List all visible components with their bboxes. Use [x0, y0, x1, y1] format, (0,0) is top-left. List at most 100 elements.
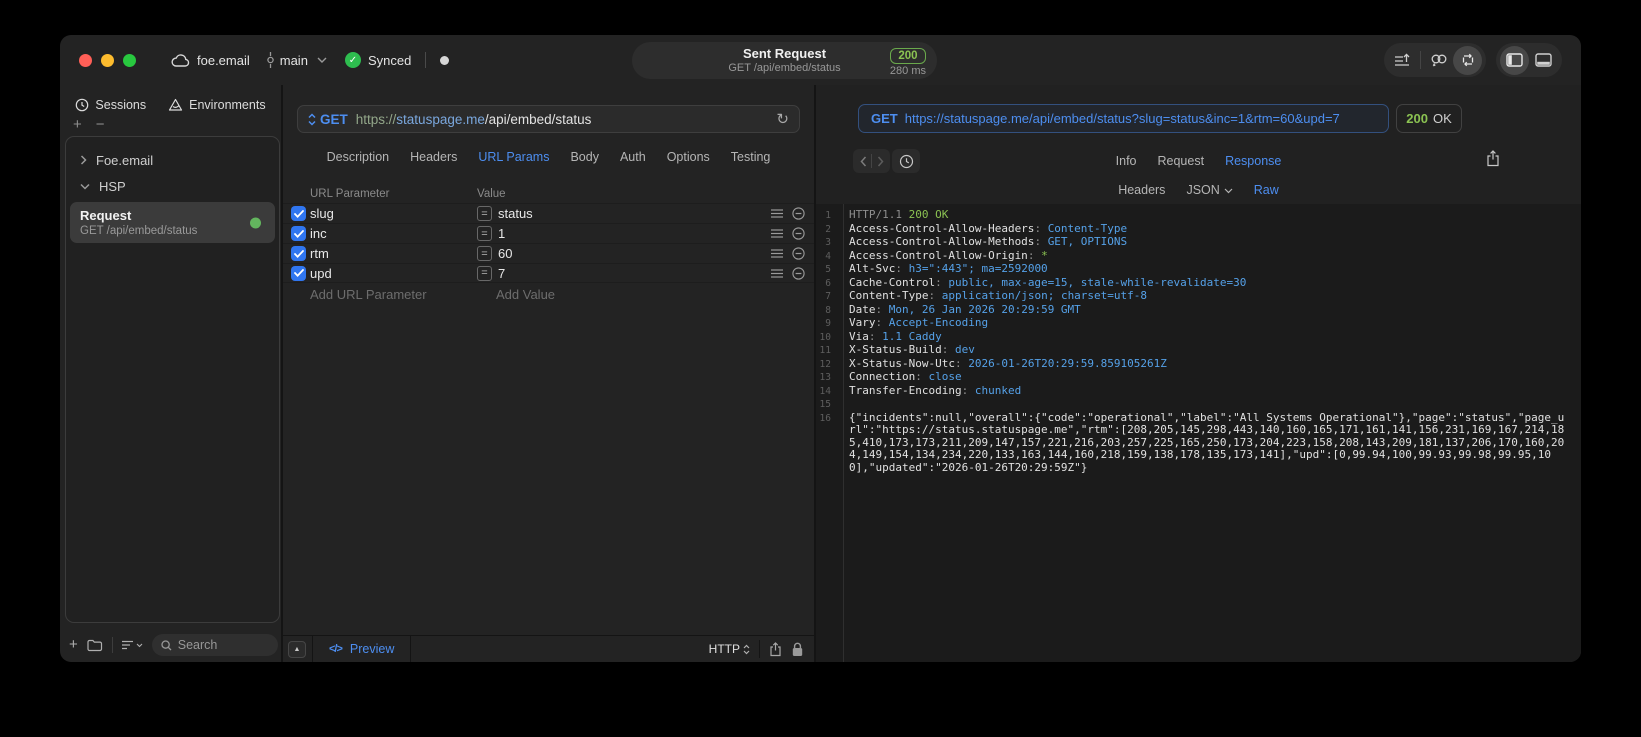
response-body[interactable]: 1 HTTP/1.1 200 OK 2 Access-Control-Allow-He… — [816, 204, 1581, 662]
tab-headers[interactable]: Headers — [410, 150, 457, 164]
remove-row-icon[interactable] — [792, 227, 805, 240]
line-content: Via: 1.1 Caddy — [849, 329, 942, 343]
row-menu-icon[interactable] — [771, 249, 783, 258]
method-stepper-icon[interactable] — [308, 112, 316, 126]
footer-divider — [410, 635, 412, 662]
tab-environments[interactable]: Environments — [168, 98, 266, 112]
auto-sync-button[interactable] — [1453, 45, 1482, 75]
remove-row-icon[interactable] — [792, 266, 805, 280]
lock-icon[interactable] — [791, 642, 804, 657]
tab-sessions[interactable]: Sessions — [75, 98, 146, 112]
back-chevron-icon[interactable] — [855, 156, 871, 167]
sidebar-add-remove: + − — [73, 117, 281, 132]
zoom-window-button[interactable] — [123, 53, 136, 67]
link-requests-button[interactable] — [1424, 46, 1453, 75]
request-subtitle: GET /api/embed/status — [728, 62, 841, 74]
add-param-placeholder[interactable]: Add URL Parameter — [310, 287, 496, 302]
sent-request-url-box[interactable]: GET https://statuspage.me/api/embed/stat… — [858, 104, 1389, 133]
project-cluster[interactable]: foe.email — [171, 53, 250, 68]
sort-options-button[interactable] — [121, 640, 143, 650]
search-input[interactable] — [177, 638, 269, 652]
chevron-right-icon — [80, 155, 87, 165]
line-number: 5 — [825, 264, 831, 275]
minimize-window-button[interactable] — [101, 53, 114, 67]
footer-divider — [759, 640, 760, 658]
sort-export-button[interactable] — [1388, 46, 1417, 75]
tab-info[interactable]: Info — [1116, 154, 1137, 168]
toggle-left-sidebar-button[interactable] — [1500, 45, 1529, 75]
forward-chevron-icon[interactable] — [872, 156, 888, 167]
line-content: Alt-Svc: h3=":443"; ma=2592000 — [849, 262, 1048, 275]
sidebar: Sessions Environments + − Foe.email HSP … — [60, 85, 281, 662]
toggle-bottom-panel-button[interactable] — [1529, 46, 1558, 75]
tab-options[interactable]: Options — [667, 150, 710, 164]
row-menu-icon[interactable] — [771, 209, 783, 218]
protocol-selector[interactable]: HTTP — [709, 642, 750, 656]
chevron-down-icon — [80, 183, 90, 190]
param-name[interactable]: rtm — [310, 246, 477, 261]
tab-auth[interactable]: Auth — [620, 150, 646, 164]
add-item-button[interactable]: + — [73, 117, 82, 132]
export-response-button[interactable] — [1486, 150, 1500, 167]
close-window-button[interactable] — [79, 53, 92, 67]
line-content: Access-Control-Allow-Methods: GET, OPTIO… — [849, 235, 1128, 248]
row-menu-icon[interactable] — [771, 268, 783, 278]
response-line: 2 Access-Control-Allow-Headers: Content-T… — [816, 222, 1569, 237]
param-name[interactable]: slug — [310, 206, 477, 221]
titlebar-toolbar — [1384, 43, 1562, 77]
param-value[interactable]: status — [498, 206, 771, 221]
tab-response[interactable]: Response — [1225, 154, 1281, 168]
param-checkbox[interactable] — [291, 246, 306, 261]
view-tab-headers[interactable]: Headers — [1118, 183, 1165, 197]
tab-url-params[interactable]: URL Params — [478, 150, 549, 164]
active-request-pill[interactable]: Sent Request GET /api/embed/status 200 2… — [632, 42, 937, 79]
view-tab-raw[interactable]: Raw — [1254, 183, 1279, 197]
line-content: Connection: close — [849, 370, 962, 383]
param-name[interactable]: inc — [310, 226, 477, 241]
param-name[interactable]: upd — [310, 266, 477, 281]
share-icon[interactable] — [769, 641, 782, 657]
row-menu-icon[interactable] — [771, 229, 783, 238]
remove-row-icon[interactable] — [792, 207, 805, 220]
add-param-row[interactable]: Add URL Parameter Add Value — [283, 283, 814, 305]
sidebar-left-icon — [1506, 53, 1523, 67]
tree-item-foe-email[interactable]: Foe.email — [66, 147, 279, 173]
remove-item-button[interactable]: − — [96, 117, 105, 132]
preview-button[interactable]: </> Preview — [329, 642, 394, 656]
request-method[interactable]: GET — [320, 112, 348, 127]
branch-selector[interactable]: main — [266, 52, 327, 68]
line-number: 9 — [825, 318, 831, 329]
synced-check-icon: ✓ — [344, 52, 361, 68]
project-name: foe.email — [197, 52, 250, 68]
chevron-down-icon — [317, 57, 327, 63]
new-request-button[interactable]: + — [69, 637, 78, 652]
param-value[interactable]: 1 — [498, 226, 771, 241]
reload-icon[interactable]: ↻ — [776, 110, 789, 128]
collapse-panel-button[interactable]: ▲ — [288, 640, 306, 658]
history-button[interactable] — [892, 149, 920, 173]
param-value[interactable]: 7 — [498, 266, 771, 281]
tree-item-hsp[interactable]: HSP — [66, 173, 279, 199]
tab-request[interactable]: Request — [1158, 154, 1205, 168]
sidebar-search[interactable] — [151, 634, 278, 656]
tab-body[interactable]: Body — [570, 150, 599, 164]
request-url-bar[interactable]: GET https://statuspage.me/api/embed/stat… — [297, 105, 800, 133]
desktop: foe.email main ✓ Synced Sent Request GET… — [0, 0, 1641, 737]
new-folder-button[interactable] — [87, 639, 103, 652]
titlebar: foe.email main ✓ Synced Sent Request GET… — [60, 35, 1581, 85]
view-tab-json[interactable]: JSON — [1186, 183, 1233, 197]
remove-row-icon[interactable] — [792, 247, 805, 260]
tab-testing[interactable]: Testing — [731, 150, 771, 164]
response-line: 7 Content-Type: application/json; charset… — [816, 289, 1569, 304]
url-path: /api/embed/status — [484, 111, 592, 127]
param-checkbox[interactable] — [291, 226, 306, 241]
param-checkbox[interactable] — [291, 206, 306, 221]
add-value-placeholder[interactable]: Add Value — [496, 287, 555, 302]
sync-status[interactable]: ✓ Synced — [344, 52, 411, 68]
environments-icon — [168, 98, 183, 112]
tab-description[interactable]: Description — [327, 150, 390, 164]
sidebar-request-item[interactable]: Request GET /api/embed/status — [70, 202, 275, 243]
param-checkbox[interactable] — [291, 265, 306, 281]
param-value[interactable]: 60 — [498, 246, 771, 261]
tree-item-label: Foe.email — [96, 152, 154, 168]
